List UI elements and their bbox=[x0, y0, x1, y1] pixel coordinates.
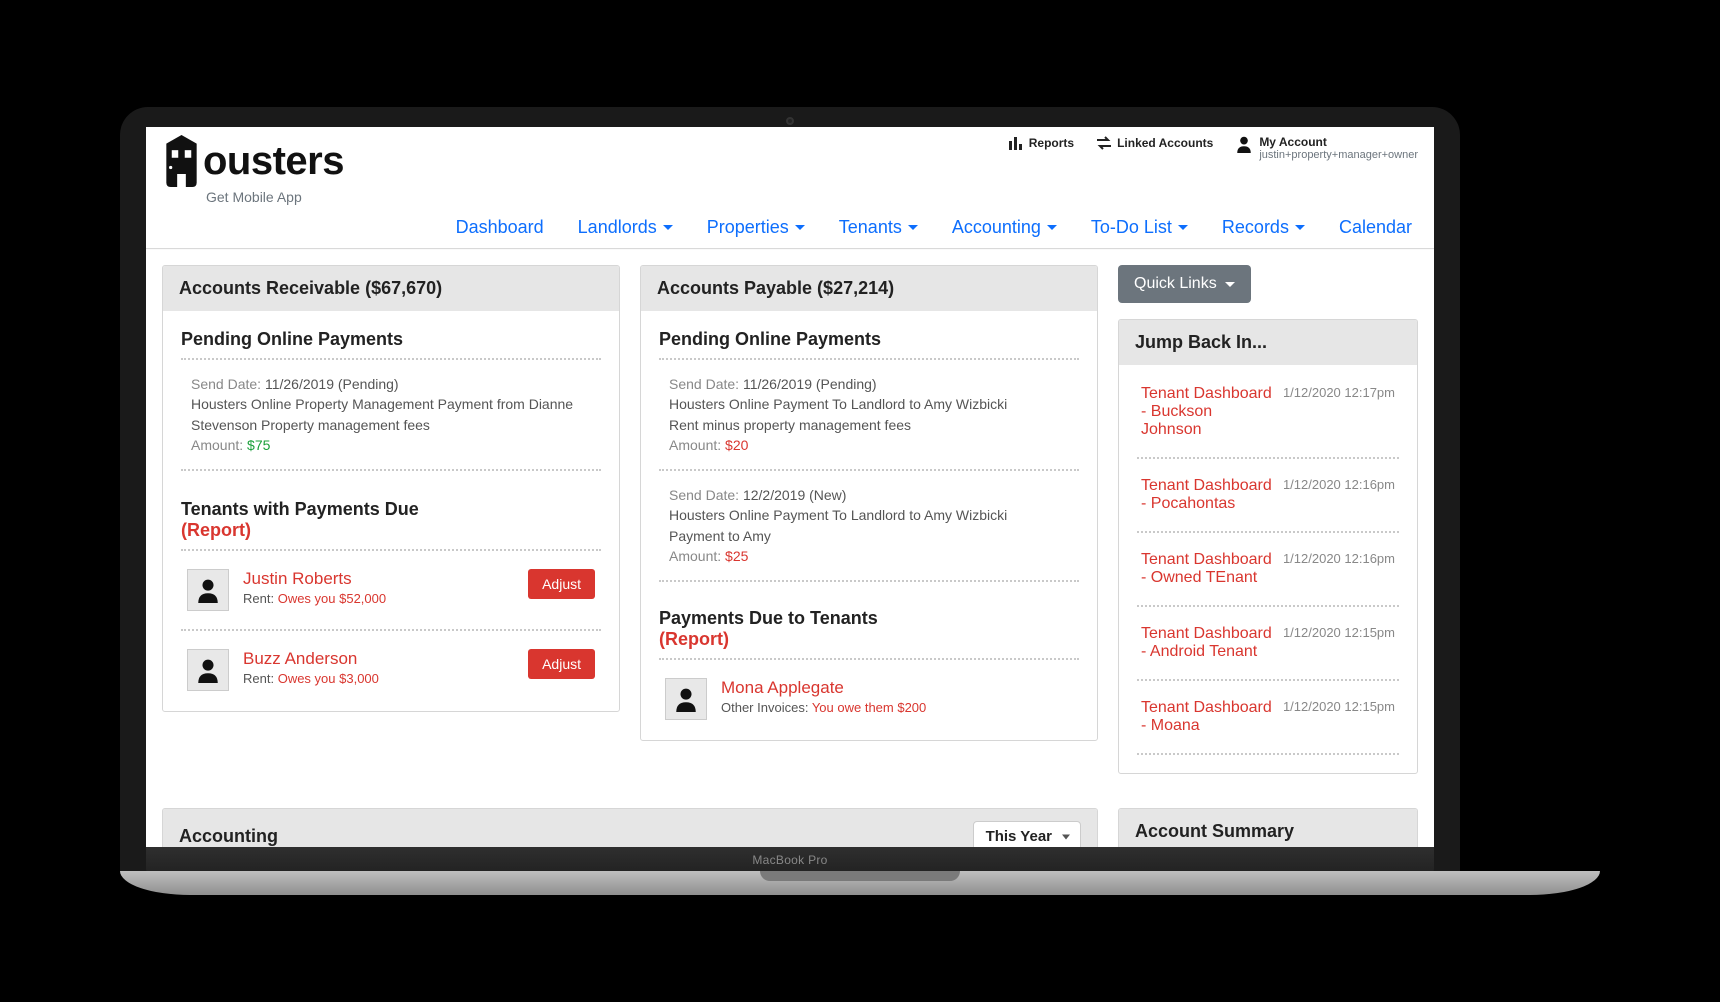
nav-todo[interactable]: To-Do List bbox=[1091, 217, 1188, 238]
ar-title: Accounts Receivable ($67,670) bbox=[163, 266, 619, 311]
ar-pending-item: Send Date: 11/26/2019 (Pending) Housters… bbox=[181, 368, 601, 461]
reports-label: Reports bbox=[1029, 136, 1074, 150]
ar-tenants-due-title: Tenants with Payments Due (Report) bbox=[181, 499, 601, 541]
caret-down-icon bbox=[908, 225, 918, 230]
nav-properties[interactable]: Properties bbox=[707, 217, 805, 238]
username-label: justin+property+manager+owner bbox=[1259, 149, 1418, 161]
nav-dashboard[interactable]: Dashboard bbox=[456, 217, 544, 238]
ar-amount: $75 bbox=[247, 437, 270, 453]
person-icon bbox=[673, 686, 699, 712]
app-header: ousters Get Mobile App Reports Linked Ac… bbox=[146, 127, 1434, 205]
main-nav: Dashboard Landlords Properties Tenants A… bbox=[146, 205, 1434, 249]
my-account-label: My Account bbox=[1259, 135, 1418, 149]
date-range-select[interactable]: This Year bbox=[973, 821, 1081, 847]
caret-down-icon bbox=[795, 225, 805, 230]
jump-item[interactable]: Tenant Dashboard - Moana1/12/2020 12:15p… bbox=[1137, 689, 1399, 745]
person-icon bbox=[195, 657, 221, 683]
bar-chart-icon bbox=[1008, 135, 1024, 151]
jump-item[interactable]: Tenant Dashboard - Buckson Johnson1/12/2… bbox=[1137, 375, 1399, 449]
exchange-icon bbox=[1096, 135, 1112, 151]
tenant-name-link[interactable]: Justin Roberts bbox=[243, 569, 518, 589]
user-icon bbox=[1235, 135, 1253, 153]
accounts-receivable-card: Accounts Receivable ($67,670) Pending On… bbox=[162, 265, 620, 712]
nav-records[interactable]: Records bbox=[1222, 217, 1305, 238]
jump-item[interactable]: Tenant Dashboard - Owned TEnant1/12/2020… bbox=[1137, 541, 1399, 597]
avatar bbox=[187, 569, 229, 611]
ap-pending-item: Send Date: 12/2/2019 (New) Housters Onli… bbox=[659, 479, 1079, 572]
linked-accounts-label: Linked Accounts bbox=[1117, 136, 1213, 150]
reports-link[interactable]: Reports bbox=[1008, 135, 1074, 151]
adjust-button[interactable]: Adjust bbox=[528, 569, 595, 599]
accounting-card: Accounting This Year Financial Summary E… bbox=[162, 808, 1098, 847]
caret-down-icon bbox=[1295, 225, 1305, 230]
accounts-payable-card: Accounts Payable ($27,214) Pending Onlin… bbox=[640, 265, 1098, 741]
tenant-row: Justin Roberts Rent: Owes you $52,000 Ad… bbox=[181, 559, 601, 621]
jump-item[interactable]: Tenant Dashboard - Android Tenant1/12/20… bbox=[1137, 615, 1399, 671]
ap-pending-item: Send Date: 11/26/2019 (Pending) Housters… bbox=[659, 368, 1079, 461]
tenant-row: Mona Applegate Other Invoices: You owe t… bbox=[659, 668, 1079, 730]
jump-title: Jump Back In... bbox=[1119, 320, 1417, 365]
accounting-title: Accounting bbox=[179, 826, 278, 847]
house-logo-icon bbox=[162, 135, 201, 187]
logo-text: ousters bbox=[203, 139, 344, 184]
account-menu[interactable]: My Account justin+property+manager+owner bbox=[1235, 135, 1418, 161]
ar-report-link[interactable]: (Report) bbox=[181, 520, 251, 540]
logo[interactable]: ousters bbox=[162, 135, 344, 187]
ar-pending-title: Pending Online Payments bbox=[181, 329, 601, 350]
linked-accounts-link[interactable]: Linked Accounts bbox=[1096, 135, 1213, 151]
caret-down-icon bbox=[1225, 282, 1235, 287]
tenant-row: Buzz Anderson Rent: Owes you $3,000 Adju… bbox=[181, 639, 601, 701]
jump-back-in-card: Jump Back In... Tenant Dashboard - Bucks… bbox=[1118, 319, 1418, 774]
person-icon bbox=[195, 577, 221, 603]
avatar bbox=[187, 649, 229, 691]
tenant-name-link[interactable]: Buzz Anderson bbox=[243, 649, 518, 669]
ap-report-link[interactable]: (Report) bbox=[659, 629, 729, 649]
nav-calendar[interactable]: Calendar bbox=[1339, 217, 1412, 238]
jump-item[interactable]: Tenant Dashboard - Pocahontas1/12/2020 1… bbox=[1137, 467, 1399, 523]
account-summary-card: Account Summary Getting Started (Show bbox=[1118, 808, 1418, 847]
adjust-button[interactable]: Adjust bbox=[528, 649, 595, 679]
nav-tenants[interactable]: Tenants bbox=[839, 217, 918, 238]
ap-title: Accounts Payable ($27,214) bbox=[641, 266, 1097, 311]
tenant-name-link[interactable]: Mona Applegate bbox=[721, 678, 1073, 698]
ap-due-tenants-title: Payments Due to Tenants (Report) bbox=[659, 608, 1079, 650]
caret-down-icon bbox=[1178, 225, 1188, 230]
caret-down-icon bbox=[1047, 225, 1057, 230]
account-summary-title: Account Summary bbox=[1119, 809, 1417, 847]
nav-landlords[interactable]: Landlords bbox=[578, 217, 673, 238]
caret-down-icon bbox=[663, 225, 673, 230]
nav-accounting[interactable]: Accounting bbox=[952, 217, 1057, 238]
ap-pending-title: Pending Online Payments bbox=[659, 329, 1079, 350]
laptop-hinge-label: MacBook Pro bbox=[146, 847, 1434, 873]
avatar bbox=[665, 678, 707, 720]
get-mobile-app-link[interactable]: Get Mobile App bbox=[206, 189, 344, 205]
quick-links-button[interactable]: Quick Links bbox=[1118, 265, 1251, 303]
ap-amount: $20 bbox=[725, 437, 748, 453]
ap-amount: $25 bbox=[725, 548, 748, 564]
